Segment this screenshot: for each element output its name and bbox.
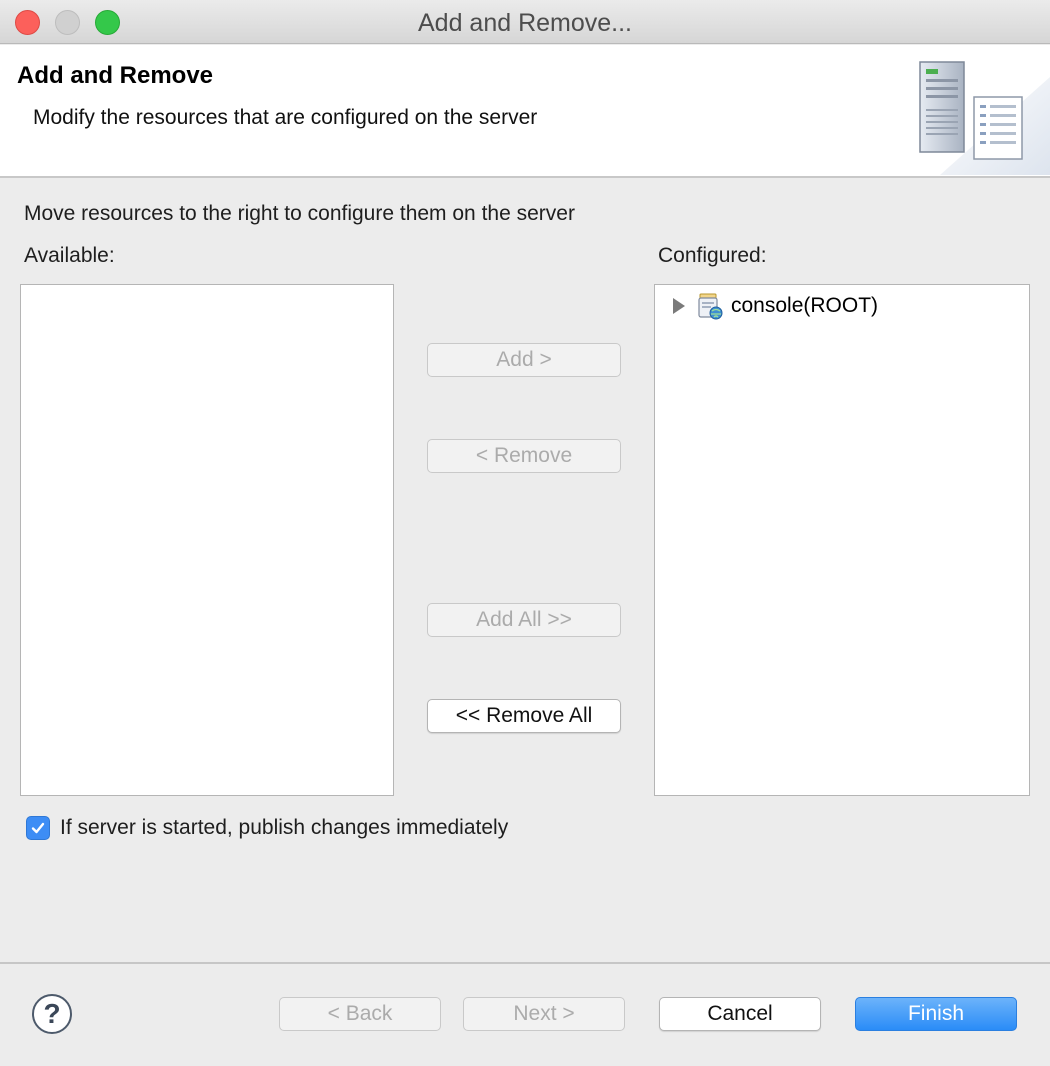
footer-divider — [0, 962, 1050, 964]
web-module-icon — [698, 293, 723, 320]
available-list[interactable] — [20, 284, 394, 796]
configured-label: Configured: — [658, 244, 767, 267]
publish-option[interactable]: If server is started, publish changes im… — [26, 816, 508, 840]
add-all-button[interactable]: Add All >> — [427, 603, 621, 637]
tree-item-label: console(ROOT) — [731, 294, 879, 317]
remove-button[interactable]: < Remove — [427, 439, 621, 473]
remove-all-button[interactable]: << Remove All — [427, 699, 621, 733]
tree-item-console-root[interactable]: console(ROOT) — [673, 291, 878, 321]
configured-list[interactable]: console(ROOT) — [654, 284, 1030, 796]
publish-checkbox-label: If server is started, publish changes im… — [60, 816, 509, 839]
title-bar[interactable]: Add and Remove... — [0, 0, 1050, 44]
page-description: Modify the resources that are configured… — [33, 106, 538, 129]
finish-button[interactable]: Finish — [855, 997, 1017, 1031]
help-icon[interactable]: ? — [32, 994, 72, 1034]
window-title: Add and Remove... — [417, 9, 632, 37]
chevron-right-icon[interactable] — [673, 298, 685, 314]
cancel-button[interactable]: Cancel — [659, 997, 821, 1031]
next-button[interactable]: Next > — [463, 997, 625, 1031]
add-button[interactable]: Add > — [427, 343, 621, 377]
available-label: Available: — [24, 244, 115, 267]
checkmark-icon — [31, 822, 45, 834]
publish-checkbox[interactable] — [26, 816, 50, 840]
instruction-text: Move resources to the right to configure… — [24, 202, 575, 225]
back-button[interactable]: < Back — [279, 997, 441, 1031]
wizard-header: Add and Remove Modify the resources that… — [0, 45, 1050, 178]
server-icon — [919, 61, 1050, 175]
page-title: Add and Remove — [17, 62, 214, 89]
